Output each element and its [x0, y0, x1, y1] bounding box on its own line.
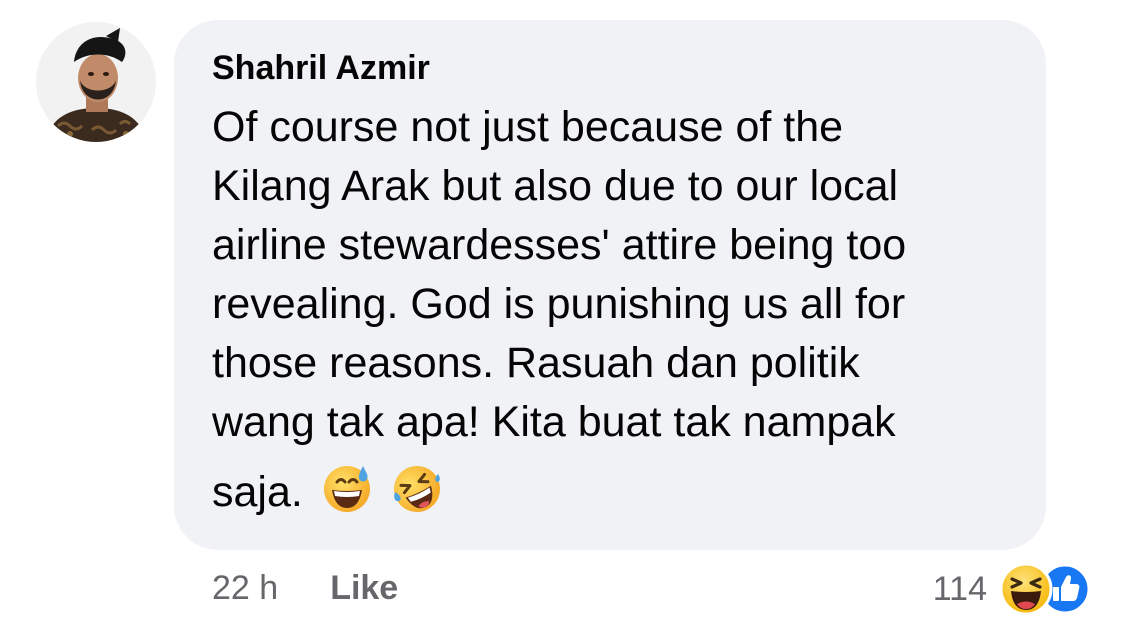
like-button[interactable]: Like — [330, 566, 398, 610]
comment-line: airline stewardesses' attire being too — [212, 221, 907, 269]
avatar[interactable] — [36, 22, 156, 142]
comment-line: those reasons. Rasuah dan politik — [212, 339, 860, 387]
grinning-sweat-emoji — [321, 462, 373, 514]
comment-bubble: Shahril Azmir Of course not just because… — [174, 20, 1046, 550]
comment-line-last: saja. — [212, 462, 1032, 521]
reaction-count: 114 — [932, 569, 987, 608]
haha-reaction-icon — [999, 562, 1053, 616]
comment-text: Of course not just because of the Kilang… — [212, 98, 1032, 521]
comment-line: wang tak apa! Kita buat tak nampak — [212, 398, 896, 446]
comment-last-text: saja. — [212, 468, 303, 516]
reaction-icons — [999, 562, 1091, 616]
comment-line: revealing. God is punishing us all for — [212, 280, 906, 328]
reaction-summary[interactable]: 114 — [933, 562, 1091, 616]
comment: Shahril Azmir Of course not just because… — [0, 0, 1125, 635]
comment-line: Kilang Arak but also due to our local — [212, 162, 899, 210]
comment-author[interactable]: Shahril Azmir — [212, 46, 1016, 90]
comment-line: Of course not just because of the — [212, 103, 844, 151]
comment-timestamp[interactable]: 22 h — [212, 566, 278, 610]
avatar-image — [36, 22, 156, 142]
rolling-on-floor-laughing-emoji — [391, 462, 443, 514]
comment-actions: 22 h Like — [212, 566, 398, 610]
